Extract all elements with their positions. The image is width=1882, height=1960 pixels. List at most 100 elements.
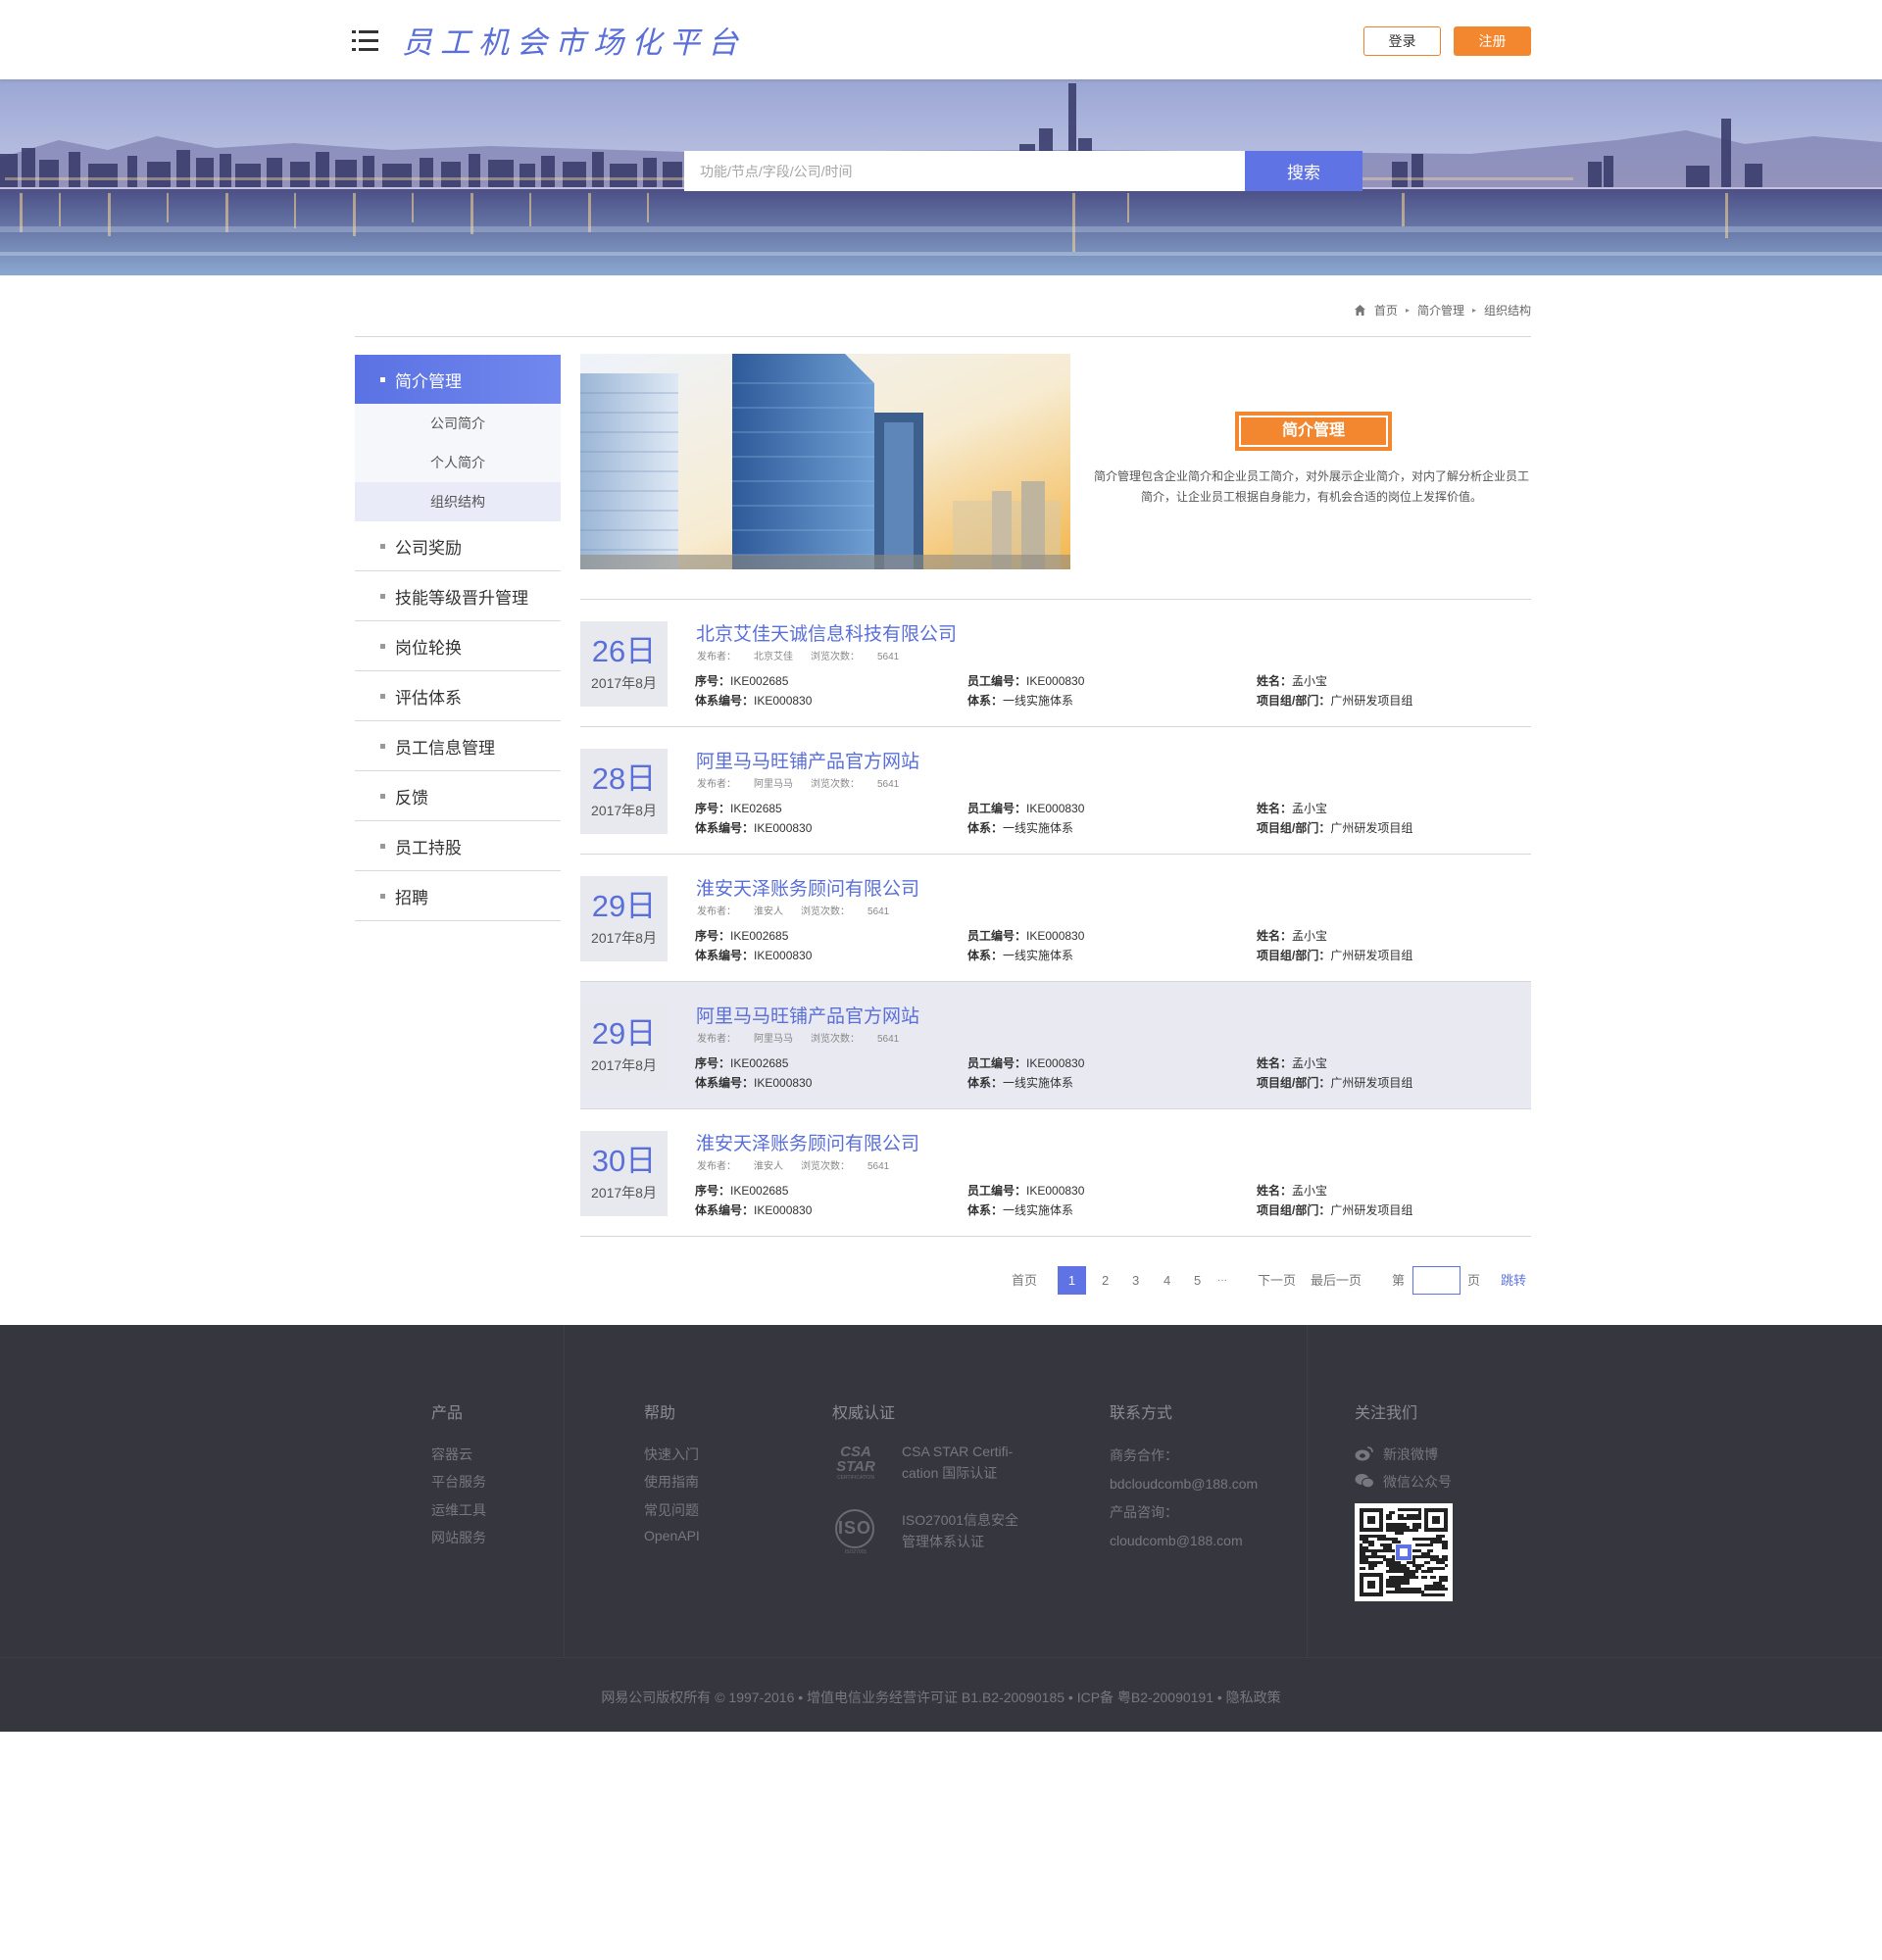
breadcrumb-org-structure: 组织结构: [1483, 304, 1531, 318]
search-input[interactable]: [684, 151, 1245, 191]
footer-link-quick-start[interactable]: 快速入门: [644, 1445, 699, 1464]
sidebar-submenu: 公司简介 个人简介 组织结构: [355, 404, 561, 521]
date-year-month: 2017年8月: [591, 1057, 657, 1073]
publisher: 发布者： 北京艾佳: [697, 652, 793, 662]
page-link-1[interactable]: 1: [1058, 1266, 1086, 1295]
field-system: 体系：一线实施体系: [967, 821, 1074, 835]
view-count: 浏览次数： 5641: [801, 906, 890, 917]
search-button[interactable]: 搜索: [1245, 151, 1362, 191]
view-count: 浏览次数： 5641: [811, 652, 900, 662]
field-seq: 序号：IKE002685: [695, 929, 789, 943]
company-title-link[interactable]: 淮安天泽账务顾问有限公司: [696, 1129, 919, 1155]
footer-link-user-guide[interactable]: 使用指南: [644, 1472, 699, 1492]
page-link-3[interactable]: 3: [1132, 1266, 1139, 1295]
footer-link-faq[interactable]: 常见问题: [644, 1500, 699, 1520]
pagination: 首页 1 2 3 4 5 ··· 下一页 最后一页 第 页 跳转: [0, 1266, 1882, 1295]
iso-cert-text: ISO27001信息安全 管理体系认证: [902, 1512, 1019, 1549]
sidebar: 简介管理 公司简介 个人简介 组织结构 公司奖励 技能等级晋升管理 岗位轮换 评…: [355, 355, 561, 921]
sidebar-item-evaluation[interactable]: 评估体系: [355, 671, 561, 721]
sidebar-item-skill-promotion[interactable]: 技能等级晋升管理: [355, 571, 561, 621]
list-item[interactable]: 29日 2017年8月 淮安天泽账务顾问有限公司 发布者： 淮安人 浏览次数： 5641 序号…: [580, 855, 1531, 982]
list-item[interactable]: 26日 2017年8月 北京艾佳天诚信息科技有限公司发布者： 北京艾佳 浏览次数： 564…: [580, 600, 1531, 727]
footer-link-container-cloud[interactable]: 容器云: [431, 1445, 472, 1464]
breadcrumb-home[interactable]: 首页: [1374, 302, 1398, 318]
footer-link-openapi[interactable]: OpenAPI: [644, 1528, 700, 1544]
footer-auth-heading: 权威认证: [832, 1405, 896, 1422]
bullet-icon: [380, 693, 385, 699]
bullet-icon: [380, 843, 385, 849]
sidebar-item-recruitment[interactable]: 招聘: [355, 871, 561, 921]
company-list: 26日 2017年8月 北京艾佳天诚信息科技有限公司 发布者： 北京艾佳 浏览次数： 564…: [580, 600, 1531, 1237]
footer-link-platform-service[interactable]: 平台服务: [431, 1472, 486, 1492]
sidebar-item-label: 技能等级晋升管理: [395, 588, 528, 608]
date-badge: 26日 2017年8月: [580, 621, 668, 707]
footer-link-web-service[interactable]: 网站服务: [431, 1528, 486, 1547]
field-department: 项目组/部门：广州研发项目组: [1257, 694, 1413, 708]
field-system-no: 体系编号：IKE000830: [695, 694, 813, 708]
intro-badge: 简介管理: [1235, 412, 1392, 451]
footer-products-heading: 产品: [431, 1405, 464, 1422]
view-count: 浏览次数： 5641: [811, 779, 900, 790]
menu-icon[interactable]: [352, 26, 379, 56]
page-link-2[interactable]: 2: [1102, 1266, 1109, 1295]
sidebar-item-feedback[interactable]: 反馈: [355, 771, 561, 821]
date-badge: 30日 2017年8月: [580, 1131, 668, 1216]
company-title-link[interactable]: 阿里马马旺铺产品官方网站: [696, 1002, 919, 1028]
sidebar-item-intro-management[interactable]: 简介管理: [355, 355, 561, 404]
date-year-month: 2017年8月: [591, 803, 657, 818]
date-day: 26日: [591, 634, 657, 668]
bullet-icon: [380, 376, 385, 382]
page-jump-button[interactable]: 跳转: [1501, 1266, 1526, 1295]
company-title-link[interactable]: 北京艾佳天诚信息科技有限公司: [696, 619, 957, 646]
list-item[interactable]: 29日 2017年8月 阿里马马旺铺产品官方网站 发布者： 阿里马马 浏览次数： 5641 序…: [580, 982, 1531, 1109]
page-link-5[interactable]: 5: [1194, 1266, 1201, 1295]
sidebar-subitem-company-intro[interactable]: 公司简介: [355, 404, 561, 443]
footer-link-ops-tools[interactable]: 运维工具: [431, 1500, 486, 1520]
page-link-4[interactable]: 4: [1164, 1266, 1170, 1295]
home-icon[interactable]: [1354, 304, 1366, 317]
page-ellipsis: ···: [1217, 1275, 1227, 1286]
footer-help-heading: 帮助: [644, 1405, 676, 1422]
page-last-link[interactable]: 最后一页: [1311, 1266, 1362, 1295]
field-name: 姓名：孟小宝: [1257, 1184, 1328, 1198]
weibo-icon[interactable]: [1355, 1446, 1374, 1461]
sidebar-item-label: 反馈: [395, 788, 428, 808]
csa-star-logo: CSA STAR CERTIFICATION: [836, 1444, 875, 1481]
page-first-link[interactable]: 首页: [1012, 1266, 1037, 1295]
company-title-link[interactable]: 阿里马马旺铺产品官方网站: [696, 747, 919, 773]
row-meta: 发布者： 阿里马马 浏览次数： 5641: [697, 775, 899, 790]
register-button[interactable]: 注册: [1454, 26, 1531, 56]
wechat-icon[interactable]: [1355, 1473, 1374, 1489]
contact-business-email[interactable]: bdcloudcomb@188.com: [1110, 1470, 1258, 1498]
sidebar-subitem-org-structure[interactable]: 组织结构: [355, 482, 561, 521]
qr-code: [1355, 1503, 1453, 1601]
bullet-icon: [380, 743, 385, 749]
sidebar-item-label: 岗位轮换: [395, 638, 462, 658]
page-number-input[interactable]: [1412, 1266, 1461, 1295]
sidebar-item-label: 员工信息管理: [395, 738, 495, 758]
company-title-link[interactable]: 淮安天泽账务顾问有限公司: [696, 874, 919, 901]
divider: [355, 336, 1531, 337]
list-item[interactable]: 30日 2017年8月 淮安天泽账务顾问有限公司 发布者： 淮安人 浏览次数： 5641 序号…: [580, 1109, 1531, 1237]
contact-product-email[interactable]: cloudcomb@188.com: [1110, 1527, 1258, 1555]
sidebar-item-employee-info[interactable]: 员工信息管理: [355, 721, 561, 771]
sidebar-item-company-awards[interactable]: 公司奖励: [355, 521, 561, 571]
date-day: 30日: [591, 1144, 657, 1178]
sidebar-subitem-personal-intro[interactable]: 个人简介: [355, 443, 561, 482]
publisher: 发布者： 淮安人: [697, 906, 783, 917]
sidebar-item-employee-shares[interactable]: 员工持股: [355, 821, 561, 871]
list-item[interactable]: 28日 2017年8月 阿里马马旺铺产品官方网站 发布者： 阿里马马 浏览次数： 5641 序…: [580, 727, 1531, 855]
site-title: 员工机会市场化平台: [402, 25, 746, 61]
field-seq: 序号：IKE002685: [695, 1056, 789, 1070]
contact-business-label: 商务合作：: [1110, 1447, 1178, 1463]
sidebar-item-label: 简介管理: [395, 371, 462, 391]
footer-link-weibo[interactable]: 新浪微博: [1383, 1445, 1438, 1464]
breadcrumb-intro-management[interactable]: 简介管理: [1417, 302, 1464, 318]
field-department: 项目组/部门：广州研发项目组: [1257, 949, 1413, 962]
sidebar-item-job-rotation[interactable]: 岗位轮换: [355, 621, 561, 671]
bullet-icon: [380, 643, 385, 649]
field-system: 体系：一线实施体系: [967, 949, 1074, 962]
footer-link-wechat[interactable]: 微信公众号: [1383, 1472, 1452, 1492]
page-next-link[interactable]: 下一页: [1258, 1266, 1296, 1295]
login-button[interactable]: 登录: [1363, 26, 1441, 56]
